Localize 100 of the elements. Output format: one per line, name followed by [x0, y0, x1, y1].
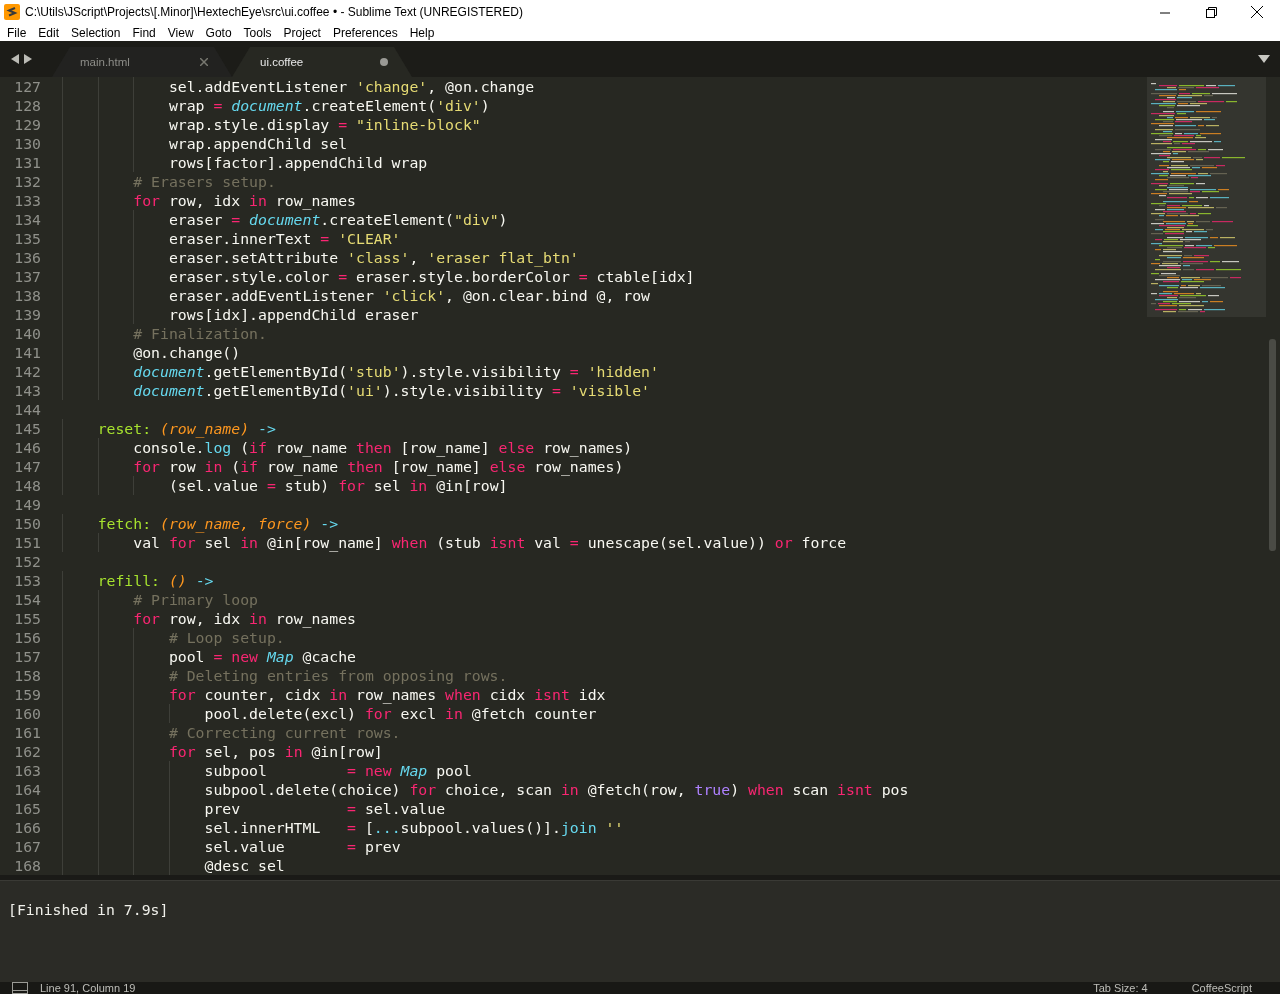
dropdown-icon[interactable]: [1258, 55, 1270, 63]
code-line: eraser.addEventListener 'click', @on.clear.bind @, row: [168, 286, 650, 305]
code-line: eraser.style.color = eraser.style.borderColor = ctable[idx]: [168, 267, 695, 286]
code-line: refill: () ->: [97, 571, 214, 590]
menu-item[interactable]: Edit: [33, 25, 65, 40]
back-icon[interactable]: [11, 54, 19, 64]
line-number: 146: [13, 439, 41, 456]
line-number: 168: [13, 857, 41, 874]
close-icon[interactable]: [200, 58, 208, 66]
menu-item[interactable]: Selection: [66, 25, 126, 40]
line-number: 144: [13, 401, 41, 418]
tab[interactable]: main.html: [52, 47, 232, 77]
code-line: # Primary loop: [133, 590, 258, 609]
line-number: 153: [13, 572, 41, 589]
menu-item[interactable]: Find: [127, 25, 161, 40]
line-number: 143: [13, 382, 41, 399]
line-number: 140: [13, 325, 41, 342]
restore-icon: [1205, 6, 1217, 18]
line-number: 141: [13, 344, 41, 361]
code-line: prev = sel.value: [204, 799, 446, 818]
line-number: 158: [13, 667, 41, 684]
menu-item[interactable]: File: [2, 25, 32, 40]
line-number: 134: [13, 211, 41, 228]
code-line: console.log (if row_name then [row_name] else row_names): [133, 438, 633, 457]
line-number: 163: [13, 762, 41, 779]
code-line: for row, idx in row_names: [133, 191, 356, 210]
code-line: val for sel in @in[row_name] when (stub isnt val = unescape(sel.value)) or force: [133, 533, 847, 552]
line-number: 139: [13, 306, 41, 323]
line-number: 164: [13, 781, 41, 798]
line-number: 148: [13, 477, 41, 494]
app-logo-icon: [4, 4, 20, 20]
line-number: 156: [13, 629, 41, 646]
code-line: eraser.innerText = 'CLEAR': [168, 229, 401, 248]
code-line: document.getElementById('stub').style.visibility = 'hidden': [133, 362, 659, 381]
line-number: 137: [13, 268, 41, 285]
line-number: 131: [13, 154, 41, 171]
line-number: 167: [13, 838, 41, 855]
menu-item[interactable]: Preferences: [327, 25, 403, 40]
code-line: document.getElementById('ui').style.visibility = 'visible': [133, 381, 650, 400]
line-number: 150: [13, 515, 41, 532]
menu-item[interactable]: Goto: [200, 25, 237, 40]
code-line: pool = new Map @cache: [168, 647, 356, 666]
line-number: 159: [13, 686, 41, 703]
code-line: # Erasers setup.: [133, 172, 276, 191]
panel-icon[interactable]: [12, 982, 28, 994]
line-number: 136: [13, 249, 41, 266]
code-line: for row in (if row_name then [row_name] else row_names): [133, 457, 624, 476]
cursor-position: Line 91, Column 19: [40, 982, 136, 994]
tab-size-button[interactable]: Tab Size: 4: [1093, 982, 1148, 994]
tab[interactable]: ui.coffee: [232, 47, 412, 77]
code-line: subpool = new Map pool: [204, 761, 472, 780]
line-number: 145: [13, 420, 41, 437]
line-number: 162: [13, 743, 41, 760]
menu-item[interactable]: Project: [278, 25, 326, 40]
code-line: reset: (row_name) ->: [97, 419, 276, 438]
code-line: subpool.delete(choice) for choice, scan in @fetch(row, true) when scan isnt pos: [204, 780, 909, 799]
code-line: sel.innerHTML = [...subpool.values()].join '': [204, 818, 624, 837]
line-number: 160: [13, 705, 41, 722]
code-line: @on.change(): [133, 343, 241, 362]
code-line: # Deleting entries from opposing rows.: [168, 666, 508, 685]
code-line: eraser.setAttribute 'class', 'eraser flat_btn': [168, 248, 579, 267]
scrollbar-thumb[interactable]: [1269, 339, 1276, 551]
code-line: rows[factor].appendChild wrap: [168, 153, 428, 172]
code-line: eraser = document.createElement("div"): [168, 210, 508, 229]
line-number: 152: [13, 553, 41, 570]
line-number: 138: [13, 287, 41, 304]
line-number: 142: [13, 363, 41, 380]
code-line: wrap = document.createElement('div'): [168, 96, 490, 115]
code-line: wrap.style.display = "inline-block": [168, 115, 481, 134]
line-number: 166: [13, 819, 41, 836]
menu-item[interactable]: View: [162, 25, 199, 40]
window-title: C:\Utils\JScript\Projects\[.Minor]\HextechEye\src\ui.coffee • - Sublime Text (UNREGISTERED): [25, 5, 524, 19]
code-line: # Loop setup.: [168, 628, 285, 647]
line-number: 151: [13, 534, 41, 551]
line-number: 129: [13, 116, 41, 133]
code-line: sel.value = prev: [204, 837, 401, 856]
line-number: 128: [13, 97, 41, 114]
forward-icon[interactable]: [24, 54, 32, 64]
code-line: wrap.appendChild sel: [168, 134, 348, 153]
line-number: 135: [13, 230, 41, 247]
line-number: 161: [13, 724, 41, 741]
line-number: 147: [13, 458, 41, 475]
menu-item[interactable]: Help: [404, 25, 440, 40]
code-line: for row, idx in row_names: [133, 609, 356, 628]
line-number: 149: [13, 496, 41, 513]
code-line: sel.addEventListener 'change', @on.change: [168, 77, 535, 96]
line-number: 165: [13, 800, 41, 817]
code-line: for sel, pos in @in[row]: [168, 742, 383, 761]
close-icon: [1251, 6, 1263, 18]
line-number: 157: [13, 648, 41, 665]
code-line: for counter, cidx in row_names when cidx isnt idx: [168, 685, 606, 704]
build-output: [Finished in 7.9s]: [8, 900, 169, 918]
code-line: rows[idx].appendChild eraser: [168, 305, 419, 324]
line-number: 155: [13, 610, 41, 627]
line-number: 133: [13, 192, 41, 209]
menu-item[interactable]: Tools: [238, 25, 277, 40]
line-number: 154: [13, 591, 41, 608]
code-line: @desc sel: [204, 856, 285, 875]
line-number: 132: [13, 173, 41, 190]
syntax-button[interactable]: CoffeeScript: [1191, 982, 1252, 994]
